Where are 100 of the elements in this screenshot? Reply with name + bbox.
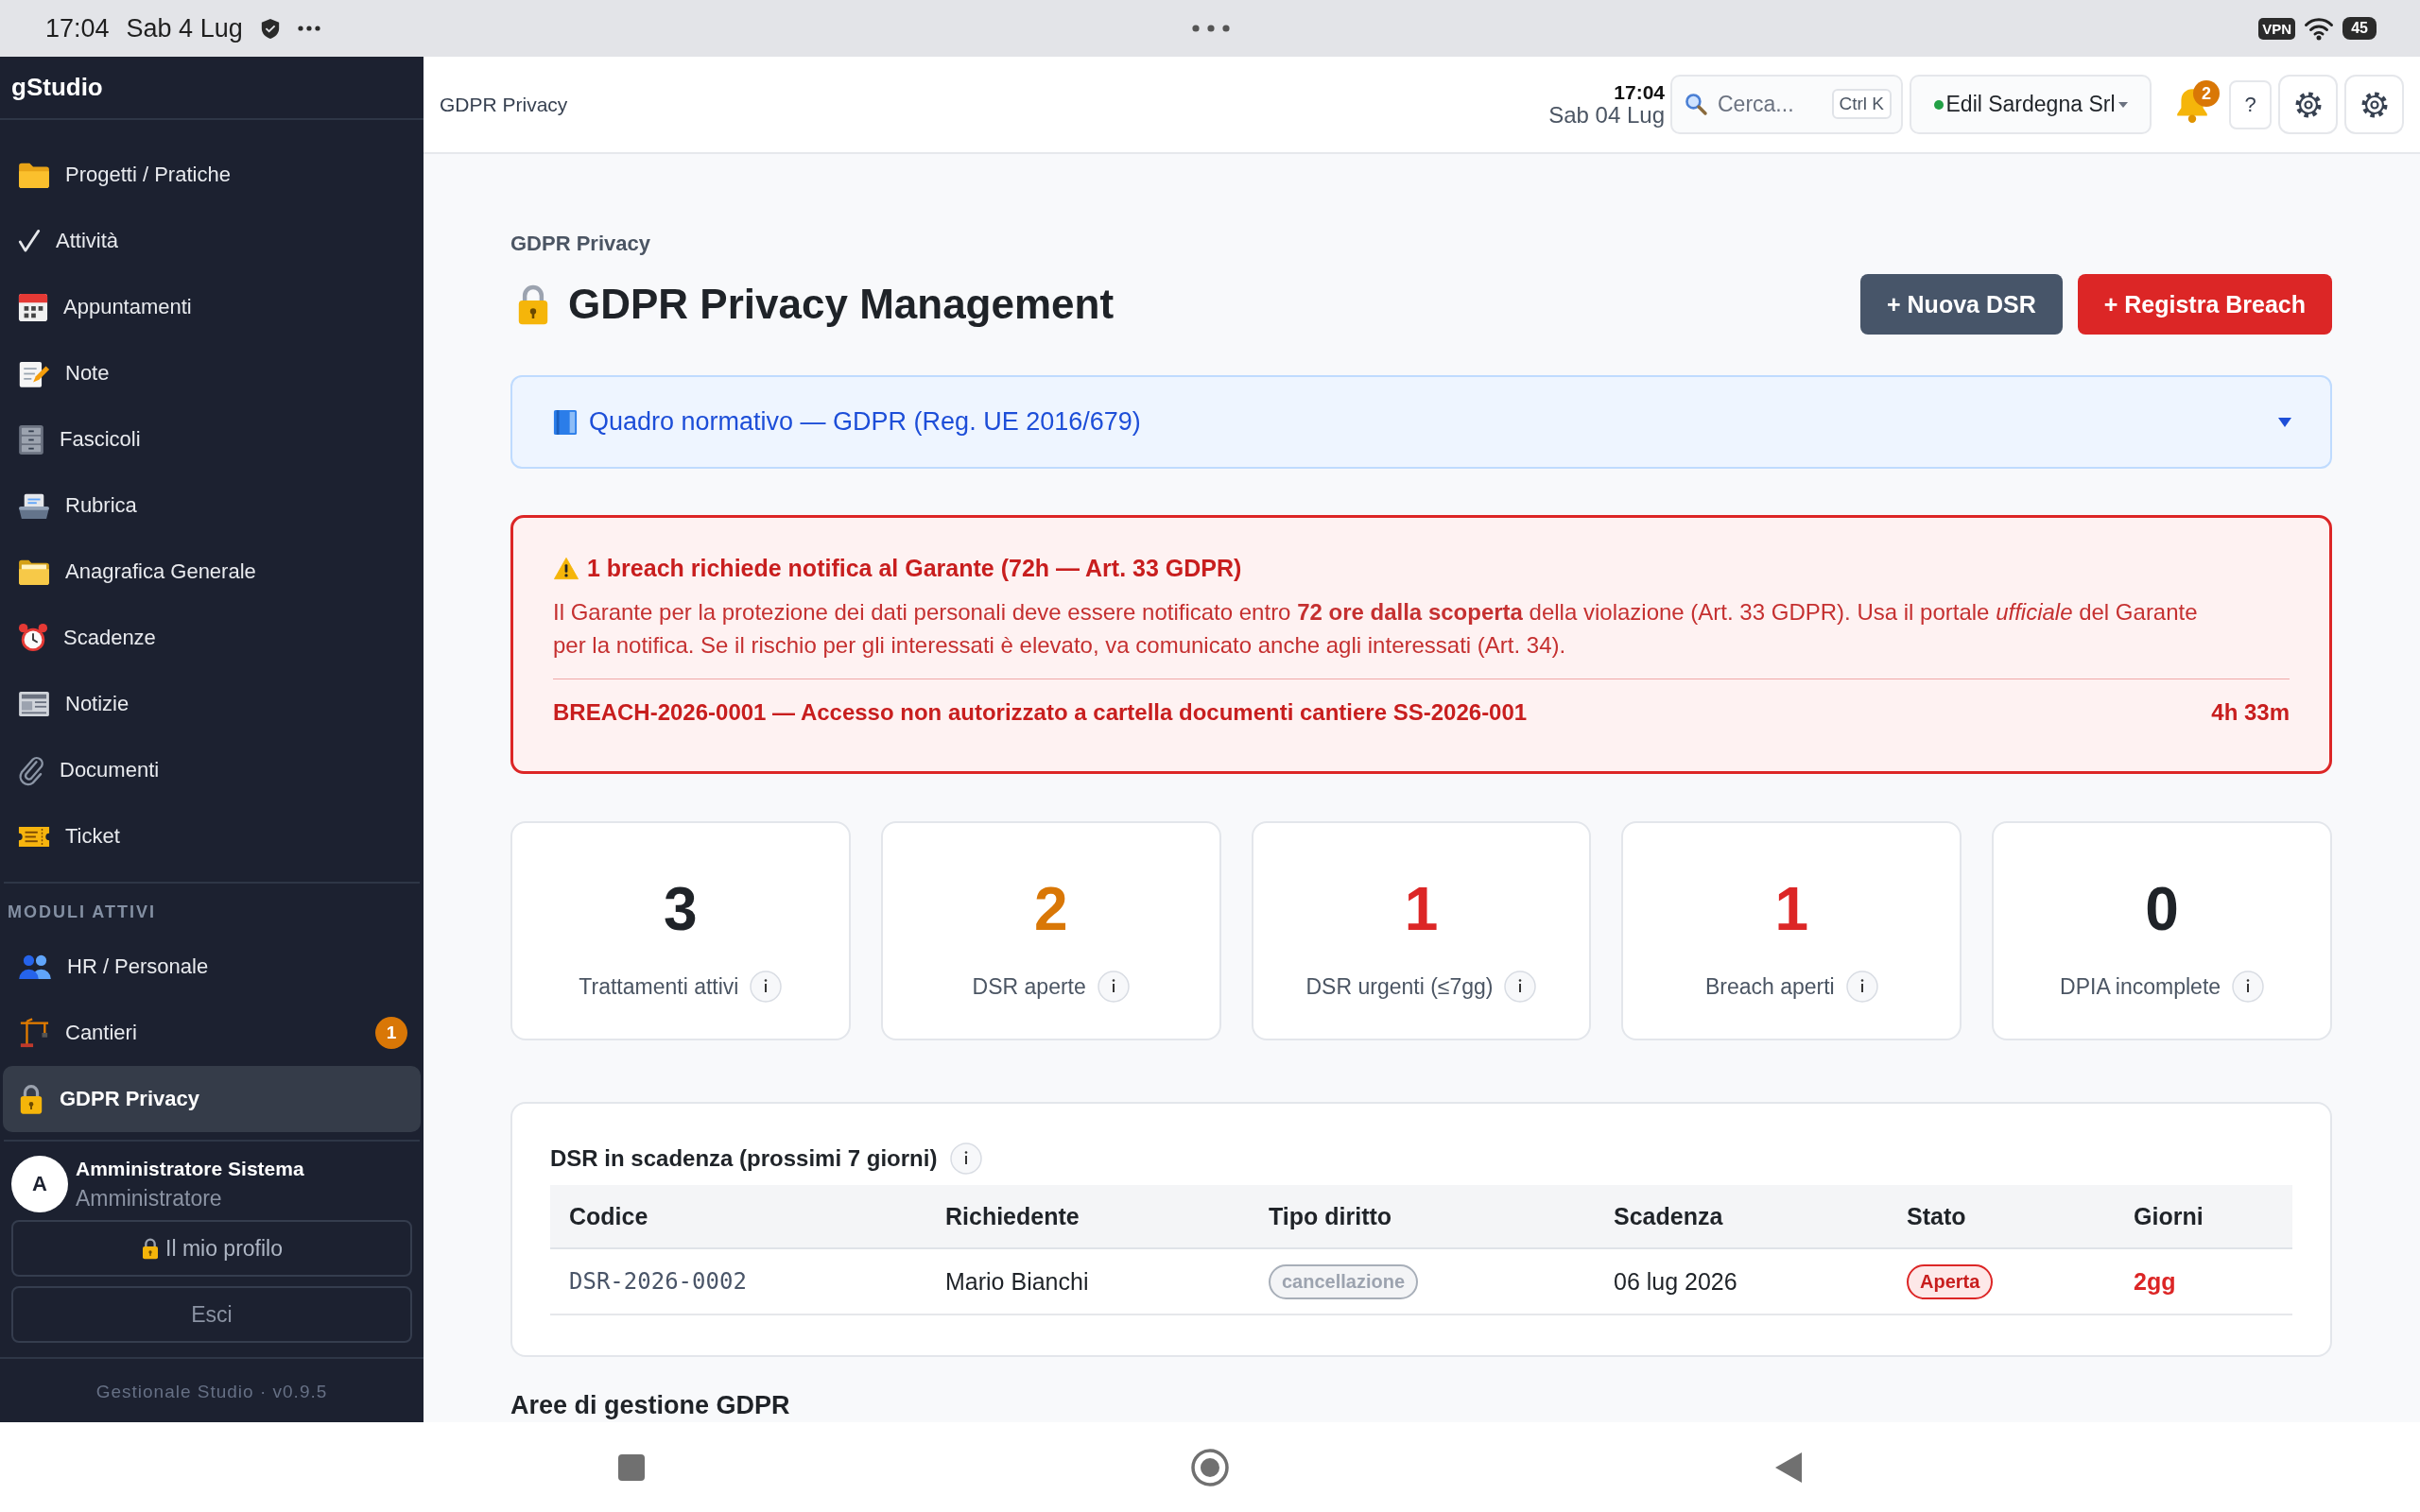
header-time: 17:04	[1614, 80, 1665, 103]
right-type-tag: cancellazione	[1269, 1263, 1419, 1299]
ticket-icon	[18, 824, 50, 849]
info-icon[interactable]	[2232, 971, 2265, 1003]
caret-icon	[2118, 101, 2128, 108]
sidebar-item[interactable]: Fascicoli	[3, 406, 421, 472]
action-button[interactable]: + Nuova DSR	[1860, 274, 2063, 335]
info-icon[interactable]	[1845, 971, 1878, 1003]
breach-title: BREACH-2026-0001 — Accesso non autorizzato a cartella documenti cantiere SS-2026-001	[553, 700, 1528, 725]
stat-label: DSR urgenti (≤7gg)	[1305, 973, 1494, 1000]
info-icon[interactable]	[1097, 971, 1130, 1003]
alert-text: Il Garante per la protezione dei dati personali deve essere notificato entro 72 ore dalla scoperta della violazione (Art. 33 GDPR). Usa il portale ufficiale del Garante per la notifica. Se il rischio per gli interessati è elevato, va comunicato anche agli interessati (Art. 34).	[553, 598, 2199, 660]
section-title: Aree di gestione GDPR	[510, 1390, 790, 1420]
lock-icon	[141, 1237, 160, 1260]
sidebar-item[interactable]: Anagrafica Generale	[3, 539, 421, 605]
stat-value: 1	[1404, 876, 1439, 942]
more-icon	[297, 26, 320, 31]
stat-value: 0	[2145, 876, 2179, 942]
stat-label: Trattamenti attivi	[579, 973, 739, 1000]
book-icon	[553, 408, 578, 436]
paperclip-icon	[18, 754, 44, 786]
sidebar-item[interactable]: Rubrica	[3, 472, 421, 539]
sidebar-item[interactable]: Appuntamenti	[3, 274, 421, 340]
sidebar-item[interactable]: Notizie	[3, 671, 421, 737]
people-icon	[18, 954, 52, 980]
crane-icon	[18, 1018, 50, 1048]
count-badge: 1	[375, 1017, 407, 1049]
status-date: Sab 4 Lug	[126, 13, 243, 43]
help-button[interactable]: ?	[2229, 79, 2272, 129]
lock-icon	[18, 1083, 44, 1115]
drag-handle-icon	[1192, 25, 1230, 32]
wifi-icon	[2304, 16, 2335, 41]
sidebar-item[interactable]: Scadenze	[3, 605, 421, 671]
sidebar-item[interactable]: Attività	[3, 208, 421, 274]
battery-indicator: 45	[2342, 17, 2377, 40]
status-dot-icon	[1933, 99, 1944, 110]
column-header: Richiedente	[926, 1185, 1250, 1248]
action-button[interactable]: + Registra Breach	[2077, 274, 2332, 335]
folder-icon	[18, 161, 50, 189]
stat-label: Breach aperti	[1704, 973, 1835, 1000]
sidebar-item[interactable]: Cantieri 1	[3, 1000, 421, 1066]
stat-value: 2	[1033, 876, 1068, 942]
sidebar-item[interactable]: HR / Personale	[3, 934, 421, 1000]
newspaper-icon	[18, 691, 50, 717]
warning-icon	[553, 556, 579, 580]
countdown-text: 4h 33m	[2211, 700, 2290, 725]
sidebar-item[interactable]: GDPR Privacy	[3, 1066, 421, 1132]
profile-button[interactable]: Il mio profilo	[11, 1220, 412, 1277]
search-icon	[1684, 92, 1708, 116]
vpn-indicator: VPN	[2258, 17, 2296, 40]
section-label: MODULI ATTIVI	[7, 902, 157, 923]
info-icon[interactable]	[950, 1143, 983, 1175]
table-cell: DSR-2026-0002	[550, 1248, 926, 1314]
back-icon[interactable]	[1775, 1452, 1802, 1483]
shortcut-hint: Ctrl K	[1831, 89, 1892, 119]
column-header: Stato	[1888, 1185, 2115, 1248]
framework-accordion[interactable]: Quadro normativo — GDPR (Reg. UE 2016/679)	[510, 375, 2332, 469]
company-select[interactable]: Edil Sardegna Srl	[1910, 75, 2152, 134]
user-avatar: A	[11, 1156, 68, 1212]
stat-value: 3	[664, 876, 698, 942]
user-name: Amministratore Sistema	[76, 1158, 304, 1180]
header-date: Sab 04 Lug	[1548, 102, 1665, 129]
settings-button[interactable]	[2344, 75, 2404, 134]
stat-value: 1	[1774, 876, 1809, 942]
info-icon[interactable]	[750, 971, 783, 1003]
alert-title: 1 breach richiede notifica al Garante (72h — Art. 33 GDPR)	[587, 554, 1242, 582]
sidebar-item[interactable]: Progetti / Pratiche	[3, 142, 421, 208]
calendar-icon	[18, 292, 48, 322]
column-header: Tipo diritto	[1250, 1185, 1595, 1248]
page-title: GDPR Privacy Management	[568, 281, 1115, 328]
sidebar-item[interactable]: Ticket	[3, 803, 421, 869]
recents-icon[interactable]	[618, 1453, 645, 1481]
notification-badge: 2	[2193, 80, 2220, 107]
sidebar-item[interactable]: Note	[3, 340, 421, 406]
table-cell: 2gg	[2115, 1248, 2292, 1314]
file-cabinet-icon	[18, 423, 44, 455]
logout-button[interactable]: Esci	[11, 1286, 412, 1343]
card-title: DSR in scadenza (prossimi 7 giorni)	[550, 1145, 938, 1172]
table-cell: 06 lug 2026	[1595, 1248, 1888, 1314]
column-header: Scadenza	[1595, 1185, 1888, 1248]
shield-icon	[259, 17, 281, 40]
settings-button[interactable]	[2278, 75, 2338, 134]
check-icon	[18, 229, 41, 253]
card-file-icon	[18, 491, 50, 520]
stat-label: DPIA incomplete	[2060, 973, 2221, 1000]
stat-label: DSR aperte	[972, 973, 1086, 1000]
column-header: Codice	[550, 1185, 926, 1248]
status-time: 17:04	[45, 13, 110, 43]
index-folder-icon	[18, 558, 50, 586]
breadcrumb: GDPR Privacy	[510, 232, 650, 256]
column-header: Giorni	[2115, 1185, 2292, 1248]
breadcrumb: GDPR Privacy	[440, 93, 568, 116]
sidebar-item[interactable]: Documenti	[3, 737, 421, 803]
home-icon[interactable]	[1191, 1448, 1229, 1486]
status-badge: Aperta	[1907, 1263, 1994, 1299]
version-text: Gestionale Studio · v0.9.5	[95, 1382, 328, 1402]
table-cell: Mario Bianchi	[926, 1248, 1250, 1314]
alarm-clock-icon	[18, 623, 48, 653]
info-icon[interactable]	[1504, 971, 1537, 1003]
user-role: Amministratore	[76, 1186, 223, 1211]
